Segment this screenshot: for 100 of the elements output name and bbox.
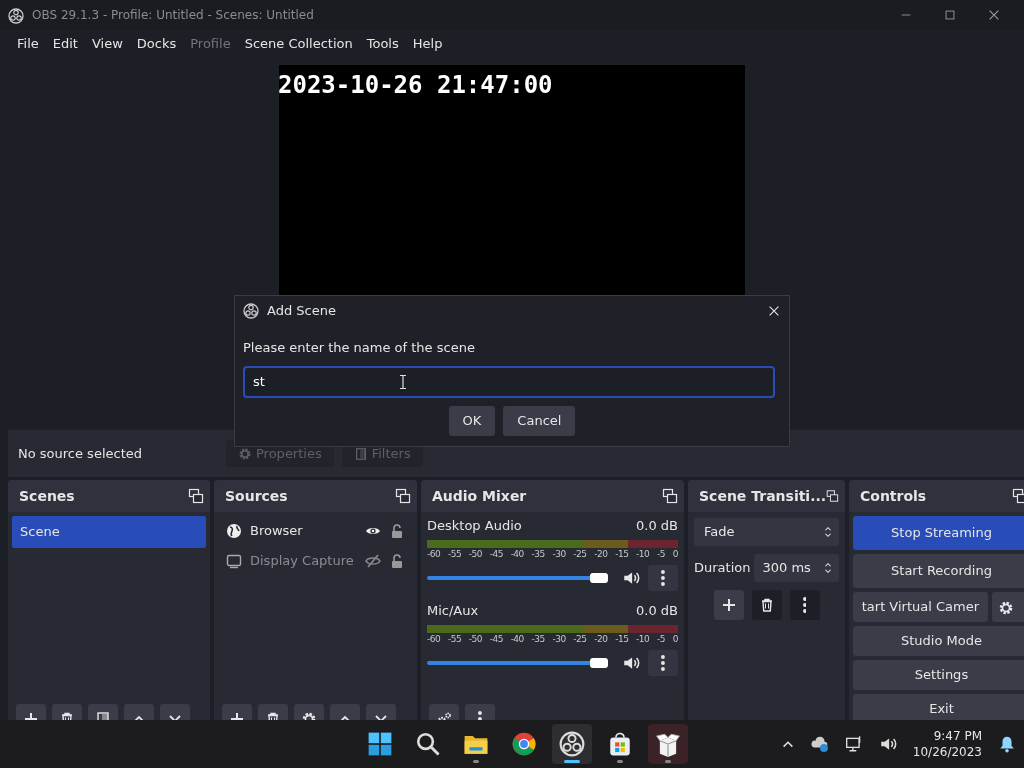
scale-label: -55: [447, 632, 462, 646]
unlock-icon[interactable]: [389, 523, 405, 539]
name-field[interactable]: st: [243, 365, 775, 398]
search-icon: [415, 731, 441, 757]
add-button[interactable]: [713, 590, 744, 620]
undock-icon[interactable]: [826, 488, 839, 504]
status-text: No source selected: [18, 444, 143, 463]
control-button[interactable]: Exit: [853, 694, 1024, 720]
trash-button[interactable]: [751, 590, 782, 620]
scale-label: -50: [468, 547, 482, 561]
dock-title: Scenes: [19, 486, 75, 506]
control-button[interactable]: tart Virtual Camer: [853, 592, 988, 622]
menu-item[interactable]: Tools: [359, 33, 406, 54]
scale-label: -35: [531, 632, 545, 646]
more-button[interactable]: [648, 565, 678, 591]
channel-name: Mic/Aux: [427, 602, 479, 620]
undock-icon[interactable]: [662, 488, 678, 504]
running-indicator: [665, 760, 671, 763]
scale-label: -45: [489, 547, 503, 561]
menu-item[interactable]: File: [10, 33, 46, 54]
control-button[interactable]: Stop Streaming: [853, 516, 1024, 550]
ok-button[interactable]: OK: [448, 405, 496, 436]
store-icon: [607, 731, 633, 757]
obs-logo-icon: [8, 7, 24, 24]
globe-icon: [226, 523, 242, 539]
undock-icon[interactable]: [1012, 488, 1024, 504]
select-value: Fade: [704, 523, 735, 542]
prompt-text: Please enter the name of the scene: [243, 339, 476, 357]
running-indicator: [617, 760, 623, 763]
eye-slash-icon[interactable]: [365, 553, 381, 569]
scale-label: -60: [427, 547, 441, 561]
duration-field[interactable]: 300 ms: [754, 554, 839, 582]
control-button[interactable]: Settings: [853, 660, 1024, 690]
scale-label: -40: [510, 547, 524, 561]
menu-item[interactable]: Docks: [129, 33, 184, 54]
scale-label: 0: [672, 632, 678, 646]
scale-label: -15: [615, 547, 629, 561]
duration-label: Duration: [694, 559, 751, 578]
bell-icon[interactable]: [998, 735, 1016, 753]
network-icon[interactable]: [844, 735, 863, 753]
scale-label: -55: [447, 547, 462, 561]
unlock-icon[interactable]: [389, 553, 405, 569]
scale-label: -5: [656, 547, 665, 561]
settings-button[interactable]: [991, 592, 1024, 622]
scale-label: -10: [636, 547, 650, 561]
gear-icon: [997, 599, 1014, 616]
control-button[interactable]: Start Recording: [853, 554, 1024, 588]
scene-item[interactable]: Scene: [12, 516, 206, 548]
obs-logo-icon: [559, 731, 585, 757]
clock-time[interactable]: 9:47 PM: [912, 728, 982, 744]
running-indicator: [473, 760, 479, 763]
taskbar-app[interactable]: [648, 724, 688, 764]
slider-handle[interactable]: [590, 658, 609, 668]
dock-title: Audio Mixer: [432, 486, 527, 506]
cloud-icon[interactable]: [810, 735, 829, 753]
source-item[interactable]: Display Capture: [250, 551, 357, 571]
scale-label: -35: [531, 547, 545, 561]
monitor-icon: [226, 553, 242, 569]
scale-label: -20: [594, 632, 608, 646]
menu-item[interactable]: View: [84, 33, 130, 54]
scale-label: -25: [573, 632, 587, 646]
scale-label: -50: [468, 632, 482, 646]
control-button[interactable]: Studio Mode: [853, 626, 1024, 656]
clock-date[interactable]: 10/26/2023: [912, 744, 982, 760]
taskbar-app[interactable]: [552, 724, 592, 764]
running-indicator: [564, 760, 580, 763]
channel-name: Desktop Audio: [427, 517, 522, 535]
undock-icon[interactable]: [188, 488, 204, 504]
maximize-icon[interactable]: [943, 8, 957, 22]
close-icon[interactable]: [767, 304, 781, 318]
dock-title: Sources: [225, 486, 288, 506]
menu-item[interactable]: Edit: [45, 33, 85, 54]
kebab-button[interactable]: [789, 590, 820, 620]
volume-reading: 0.0 dB: [636, 602, 678, 620]
dock-title: Controls: [860, 486, 927, 506]
scale-label: -30: [552, 632, 566, 646]
scale-label: -10: [636, 632, 650, 646]
obs-logo-icon: [243, 303, 259, 319]
scale-label: -60: [427, 632, 441, 646]
menu-item[interactable]: Help: [405, 33, 450, 54]
more-button[interactable]: [648, 650, 678, 676]
cancel-button[interactable]: Cancel: [503, 405, 576, 436]
menu-item[interactable]: Scene Collection: [237, 33, 360, 54]
source-item[interactable]: Browser: [250, 521, 357, 541]
browser-icon: [511, 731, 537, 757]
close-icon[interactable]: [987, 8, 1001, 22]
transition-select[interactable]: Fade: [694, 518, 839, 546]
filter-icon: [353, 446, 368, 461]
scale-label: -45: [489, 632, 503, 646]
scale-label: -20: [594, 547, 608, 561]
add-icon: [720, 597, 737, 613]
timestamp: 2023-10-26 21:47:00: [278, 70, 553, 101]
scale-label: -30: [552, 547, 566, 561]
undock-icon[interactable]: [395, 488, 411, 504]
dock-title: Scene Transiti...: [699, 486, 827, 506]
scale-label: -40: [510, 632, 524, 646]
kebab-icon: [661, 655, 665, 671]
scale-label: -15: [615, 632, 629, 646]
field-value: 300 ms: [762, 559, 811, 578]
slider-handle[interactable]: [590, 573, 609, 583]
